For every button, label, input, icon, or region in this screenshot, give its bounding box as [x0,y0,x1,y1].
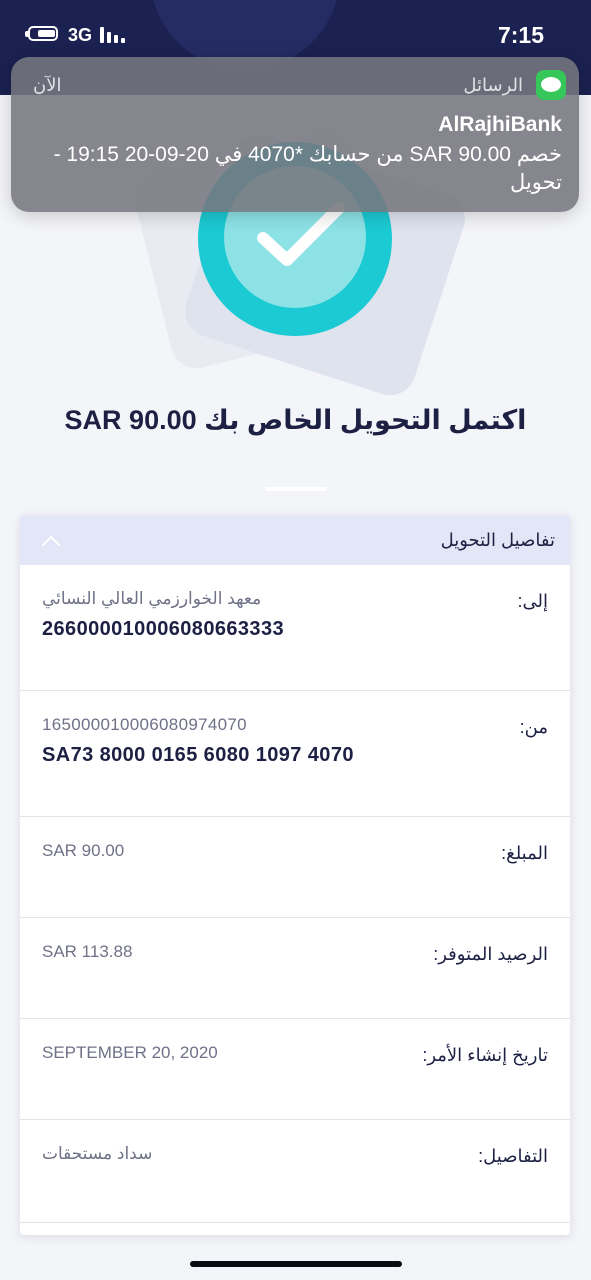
amount-value: SAR 90.00 [42,841,125,860]
notification-sender: AlRajhiBank [438,113,562,136]
transfer-complete-title: اكتمل التحويل الخاص بك SAR 90.00 [64,405,527,435]
detail-row-to: إلى: معهد الخوارزمي العالي النسائي 26600… [20,565,570,691]
detail-label: الرصيد المتوفر: [433,944,548,964]
detail-label: من: [519,717,548,737]
notification-time: الآن [33,75,62,95]
detail-row-from: من: 165000010006080974070 SA73 8000 0165… [20,691,570,817]
status-time: 7:15 [497,22,544,48]
sender-account: 165000010006080974070 [42,715,247,734]
details-header[interactable]: تفاصيل التحويل [20,515,570,565]
balance-value: SAR 113.88 [42,942,133,961]
date-value: SEPTEMBER 20, 2020 [42,1043,218,1062]
battery-icon [25,26,58,41]
recipient-account: 266000010006080663333 [42,618,284,640]
recipient-name: معهد الخوارزمي العالي النسائي [42,589,262,608]
transfer-details-card: تفاصيل التحويل إلى: معهد الخوارزمي العال… [20,515,570,1235]
detail-label: التفاصيل: [478,1146,548,1166]
signal-icon [100,27,130,43]
detail-label: إلى: [517,591,549,611]
detail-row-amount: المبلغ: SAR 90.00 [20,817,570,918]
notification-body: خصم SAR 90.00 من حسابك *4070 في 20-09-20… [53,143,562,194]
detail-label: تاريخ إنشاء الأمر: [422,1045,548,1065]
notification-app-name: الرسائل [463,75,523,95]
details-title: تفاصيل التحويل [440,530,555,550]
sender-iban: SA73 8000 0165 6080 1097 4070 [42,744,354,766]
detail-label: المبلغ: [501,843,548,863]
message-notification[interactable]: الرسائل الآن AlRajhiBank خصم SAR 90.00 م… [11,57,579,212]
network-type: 3G [68,25,93,45]
detail-row-date: تاريخ إنشاء الأمر: SEPTEMBER 20, 2020 [20,1019,570,1120]
chevron-up-icon[interactable] [42,534,60,546]
messages-app-icon [536,70,566,100]
home-indicator[interactable] [190,1261,402,1267]
divider [265,487,327,491]
details-value: سداد مستحقات [42,1144,153,1163]
detail-row-details: التفاصيل: سداد مستحقات [20,1120,570,1223]
detail-row-balance: الرصيد المتوفر: SAR 113.88 [20,918,570,1019]
